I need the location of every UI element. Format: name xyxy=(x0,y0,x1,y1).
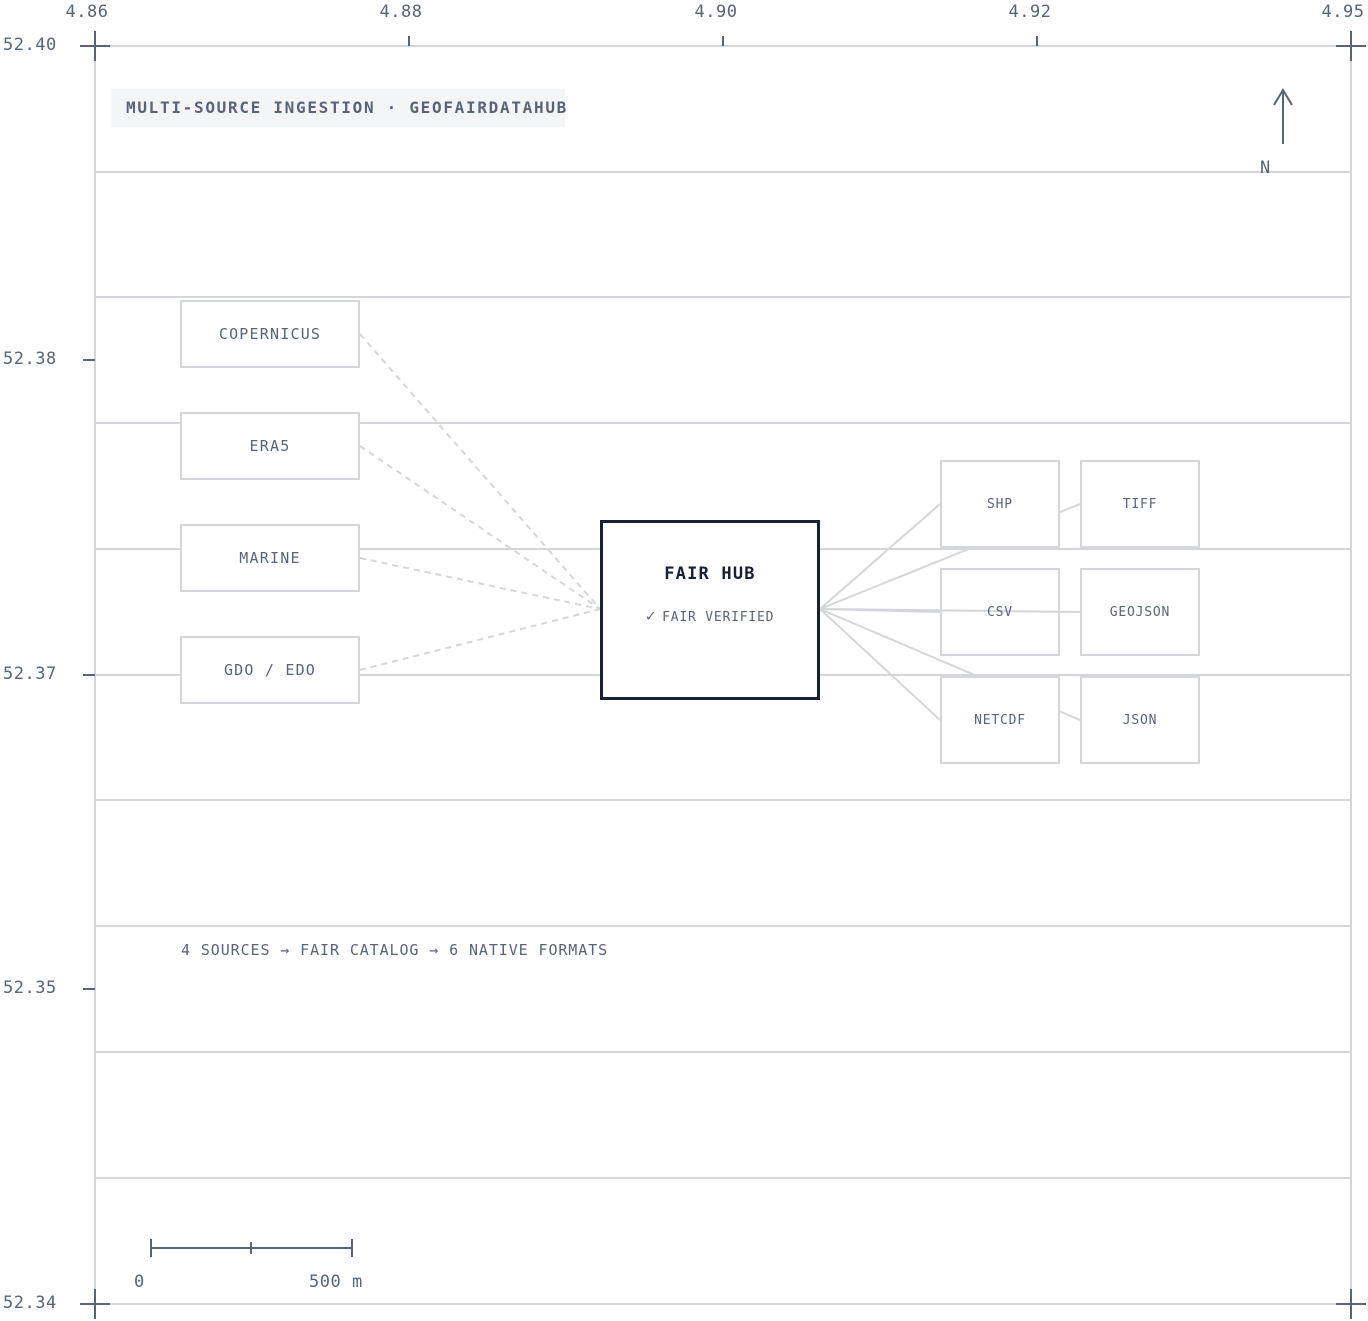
pipeline-summary: 4 SOURCES → FAIR CATALOG → 6 NATIVE FORM… xyxy=(181,941,609,959)
lat-tick-label: 52.37 xyxy=(3,664,57,684)
axis-ticks xyxy=(83,36,1038,990)
lon-tick-label: 4.95 xyxy=(1321,2,1365,22)
format-node-label: NETCDF xyxy=(974,712,1026,728)
lat-tick-label: 52.34 xyxy=(3,1293,57,1313)
hub-status-label: FAIR VERIFIED xyxy=(662,610,775,625)
lon-tick-label: 4.86 xyxy=(65,2,109,22)
lon-tick-label: 4.90 xyxy=(694,2,738,22)
lat-tick-label: 52.35 xyxy=(3,978,57,998)
check-icon: ✓ xyxy=(645,606,657,625)
source-node-era5: ERA5 xyxy=(180,412,360,480)
lon-tick-label: 4.92 xyxy=(1008,2,1052,22)
format-node-label: SHP xyxy=(987,496,1013,512)
format-node-label: JSON xyxy=(1122,712,1158,728)
scale-start-label: 0 xyxy=(134,1272,145,1292)
format-node-tiff: TIFF xyxy=(1080,460,1200,548)
format-node-label: GEOJSON xyxy=(1109,604,1171,620)
hub-title: FAIR HUB xyxy=(664,564,756,584)
format-node-label: CSV xyxy=(987,604,1013,620)
format-node-label: TIFF xyxy=(1122,496,1158,512)
source-node-label: COPERNICUS xyxy=(218,325,322,343)
source-connectors xyxy=(359,333,601,671)
north-label: N xyxy=(1260,158,1271,178)
scale-bar xyxy=(150,1239,353,1257)
north-arrow-icon xyxy=(1273,88,1293,144)
fair-hub-node: FAIR HUB ✓ FAIR VERIFIED xyxy=(600,520,820,700)
format-node-json: JSON xyxy=(1080,676,1200,764)
format-node-shp: SHP xyxy=(940,460,1060,548)
map-title: MULTI-SOURCE INGESTION · GEOFAIRDATAHUB xyxy=(126,98,568,117)
source-node-label: ERA5 xyxy=(249,437,291,455)
lat-tick-label: 52.40 xyxy=(3,35,57,55)
source-node-label: GDO / EDO xyxy=(223,661,317,679)
hub-status: ✓ FAIR VERIFIED xyxy=(603,606,817,625)
source-node-label: MARINE xyxy=(239,549,301,567)
lon-tick-label: 4.88 xyxy=(379,2,423,22)
source-node-copernicus: COPERNICUS xyxy=(180,300,360,368)
format-node-geojson: GEOJSON xyxy=(1080,568,1200,656)
source-node-marine: MARINE xyxy=(180,524,360,592)
lat-tick-label: 52.38 xyxy=(3,349,57,369)
format-node-netcdf: NETCDF xyxy=(940,676,1060,764)
format-node-csv: CSV xyxy=(940,568,1060,656)
source-node-gdo-edo: GDO / EDO xyxy=(180,636,360,704)
scale-end-label: 500 m xyxy=(309,1272,363,1292)
